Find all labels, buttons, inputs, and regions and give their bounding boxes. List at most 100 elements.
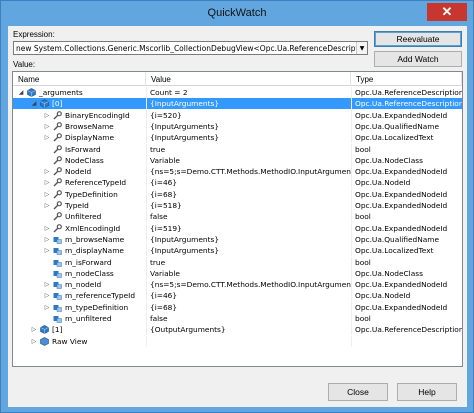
- tree-row-m-unfiltered[interactable]: m_unfiltered false bool: [13, 313, 462, 324]
- value-cell[interactable]: {i=518}: [146, 200, 351, 211]
- tree-row-m-nodeclass[interactable]: m_nodeClass Variable Opc.Ua.NodeClass: [13, 267, 462, 279]
- tree-row-referencetypeid[interactable]: ▷ ReferenceTypeId {i=46} Opc.Ua.NodeId: [13, 177, 462, 189]
- tree-row-typedefinition[interactable]: ▷ TypeDefinition {i=68} Opc.Ua.ExpandedNode…: [13, 188, 462, 200]
- row-name: IsForward: [65, 144, 101, 154]
- expand-icon[interactable]: ▷: [43, 290, 51, 301]
- type-cell: Opc.Ua.NodeId: [351, 290, 462, 302]
- value-cell[interactable]: true: [146, 143, 351, 155]
- collapse-icon[interactable]: ◢: [30, 98, 38, 109]
- expand-icon[interactable]: ▷: [43, 166, 51, 177]
- tree-row-m-referencetypeid[interactable]: ▷ m_referenceTypeId {i=46} Opc.Ua.NodeId: [13, 290, 462, 302]
- expand-icon[interactable]: ▷: [43, 245, 51, 256]
- value-cell[interactable]: {ns=5;s=Demo.CTT.Methods.MethodIO.InputA…: [146, 166, 351, 178]
- expand-icon[interactable]: ▷: [43, 302, 51, 313]
- expand-icon[interactable]: ▷: [43, 121, 51, 132]
- value-cell[interactable]: {InputArguments}: [146, 245, 351, 257]
- value-cell[interactable]: Count = 2: [146, 87, 351, 98]
- wrench-icon: [53, 201, 62, 210]
- name-cell: m_nodeClass: [13, 268, 146, 279]
- tree-row-0[interactable]: ◢ [0] {InputArguments} Opc.Ua.ReferenceDesc…: [13, 98, 462, 110]
- wrench-icon: [53, 133, 62, 142]
- tree-row-unfiltered[interactable]: Unfiltered false bool: [13, 211, 462, 223]
- tree-row-m-nodeid[interactable]: ▷ m_nodeId {ns=5;s=Demo.CTT.Methods.Method…: [13, 279, 462, 291]
- value-cell[interactable]: {InputArguments}: [146, 120, 351, 132]
- tree-row-xmlencodingid[interactable]: ▷ XmlEncodingId {i=519} Opc.Ua.ExpandedNode…: [13, 222, 462, 234]
- object-icon: [27, 88, 36, 97]
- row-name: Unfiltered: [65, 212, 102, 222]
- watch-grid[interactable]: Name Value Type ◢ _arguments Count = 2 Opc.…: [12, 71, 463, 367]
- title-bar[interactable]: QuickWatch ✕: [1, 1, 473, 25]
- value-cell[interactable]: {i=46}: [146, 177, 351, 189]
- value-cell[interactable]: Variable: [146, 267, 351, 279]
- value-cell[interactable]: {InputArguments}: [146, 98, 351, 110]
- tree-row-arguments[interactable]: ◢ _arguments Count = 2 Opc.Ua.ReferenceDesc…: [13, 87, 462, 98]
- type-cell: Opc.Ua.LocalizedText: [351, 132, 462, 144]
- name-cell: ◢ _arguments: [13, 87, 146, 98]
- close-window-icon[interactable]: ✕: [427, 3, 467, 21]
- tree-row-displayname[interactable]: ▷ DisplayName {InputArguments} Opc.Ua.Local…: [13, 132, 462, 144]
- value-cell[interactable]: {i=68}: [146, 188, 351, 200]
- name-cell: NodeClass: [13, 155, 146, 166]
- expand-icon[interactable]: ▷: [43, 234, 51, 245]
- value-cell[interactable]: {InputArguments}: [146, 132, 351, 144]
- type-cell: bool: [351, 211, 462, 223]
- expand-icon[interactable]: ▷: [43, 189, 51, 200]
- chevron-down-icon[interactable]: ▼: [356, 42, 367, 54]
- type-cell: Opc.Ua.ExpandedNodeId: [351, 200, 462, 211]
- expand-icon[interactable]: ▷: [43, 132, 51, 143]
- expand-icon[interactable]: ▷: [43, 223, 51, 234]
- field-icon: [53, 314, 62, 323]
- type-cell: Opc.Ua.ReferenceDescription: [351, 324, 462, 336]
- expand-icon[interactable]: ▷: [30, 324, 38, 335]
- value-cell[interactable]: [146, 335, 351, 347]
- column-header-name[interactable]: Name: [13, 72, 146, 86]
- value-cell[interactable]: true: [146, 256, 351, 268]
- tree-row-nodeclass[interactable]: NodeClass Variable Opc.Ua.NodeClass: [13, 154, 462, 166]
- row-name: m_referenceTypeId: [65, 291, 136, 301]
- column-header-type[interactable]: Type: [351, 72, 462, 86]
- value-cell[interactable]: {ns=5;s=Demo.CTT.Methods.MethodIO.InputA…: [146, 279, 351, 291]
- name-cell: ▷ m_displayName: [13, 245, 146, 256]
- tree-row-m-isforward[interactable]: m_isForward true bool: [13, 256, 462, 268]
- reevaluate-button[interactable]: Reevaluate: [374, 31, 462, 47]
- value-cell[interactable]: Variable: [146, 154, 351, 166]
- tree-row-isforward[interactable]: IsForward true bool: [13, 143, 462, 155]
- wrench-icon: [53, 178, 62, 187]
- tree-row-raw-view[interactable]: ▷ Raw View: [13, 335, 462, 347]
- type-cell: bool: [351, 143, 462, 155]
- value-cell[interactable]: {i=519}: [146, 222, 351, 234]
- expand-icon[interactable]: ▷: [43, 177, 51, 188]
- column-header-value[interactable]: Value: [146, 72, 351, 86]
- add-watch-button[interactable]: Add Watch: [374, 51, 462, 67]
- tree-row-binaryencodingid[interactable]: ▷ BinaryEncodingId {i=520} Opc.Ua.ExpandedN…: [13, 109, 462, 121]
- expand-icon[interactable]: ▷: [43, 110, 51, 121]
- value-cell[interactable]: false: [146, 313, 351, 324]
- collapse-icon[interactable]: ◢: [17, 87, 25, 98]
- tree-row-nodeid[interactable]: ▷ NodeId {ns=5;s=Demo.CTT.Methods.MethodIO…: [13, 166, 462, 178]
- expression-input[interactable]: new System.Collections.Generic.Mscorlib_…: [13, 41, 368, 55]
- expand-icon[interactable]: ▷: [30, 336, 38, 347]
- row-name: NodeClass: [65, 155, 104, 165]
- value-cell[interactable]: {OutputArguments}: [146, 324, 351, 336]
- value-cell[interactable]: {i=68}: [146, 301, 351, 313]
- help-button[interactable]: Help: [397, 383, 457, 401]
- tree-row-browsename[interactable]: ▷ BrowseName {InputArguments} Opc.Ua.Qualif…: [13, 120, 462, 132]
- name-cell: IsForward: [13, 144, 146, 155]
- value-cell[interactable]: {i=46}: [146, 290, 351, 302]
- value-cell[interactable]: {InputArguments}: [146, 233, 351, 245]
- value-cell[interactable]: false: [146, 211, 351, 223]
- tree-row-1[interactable]: ▷ [1] {OutputArguments} Opc.Ua.ReferenceDes…: [13, 324, 462, 336]
- wrench-icon: [53, 155, 62, 165]
- tree-row-m-browsename[interactable]: ▷ m_browseName {InputArguments} Opc.Ua.Qual…: [13, 233, 462, 245]
- close-button[interactable]: Close: [328, 383, 388, 401]
- tree-row-m-typedefinition[interactable]: ▷ m_typeDefinition {i=68} Opc.Ua.ExpandedNo…: [13, 301, 462, 313]
- expression-value: new System.Collections.Generic.Mscorlib_…: [16, 43, 356, 53]
- expand-icon[interactable]: ▷: [43, 279, 51, 290]
- name-cell: ▷ TypeId: [13, 200, 146, 211]
- type-cell: bool: [351, 313, 462, 324]
- type-cell: Opc.Ua.ExpandedNodeId: [351, 166, 462, 178]
- tree-row-m-displayname[interactable]: ▷ m_displayName {InputArguments} Opc.Ua.Loc…: [13, 245, 462, 257]
- value-cell[interactable]: {i=520}: [146, 109, 351, 121]
- tree-row-typeid[interactable]: ▷ TypeId {i=518} Opc.Ua.ExpandedNodeId: [13, 200, 462, 211]
- expand-icon[interactable]: ▷: [43, 200, 51, 211]
